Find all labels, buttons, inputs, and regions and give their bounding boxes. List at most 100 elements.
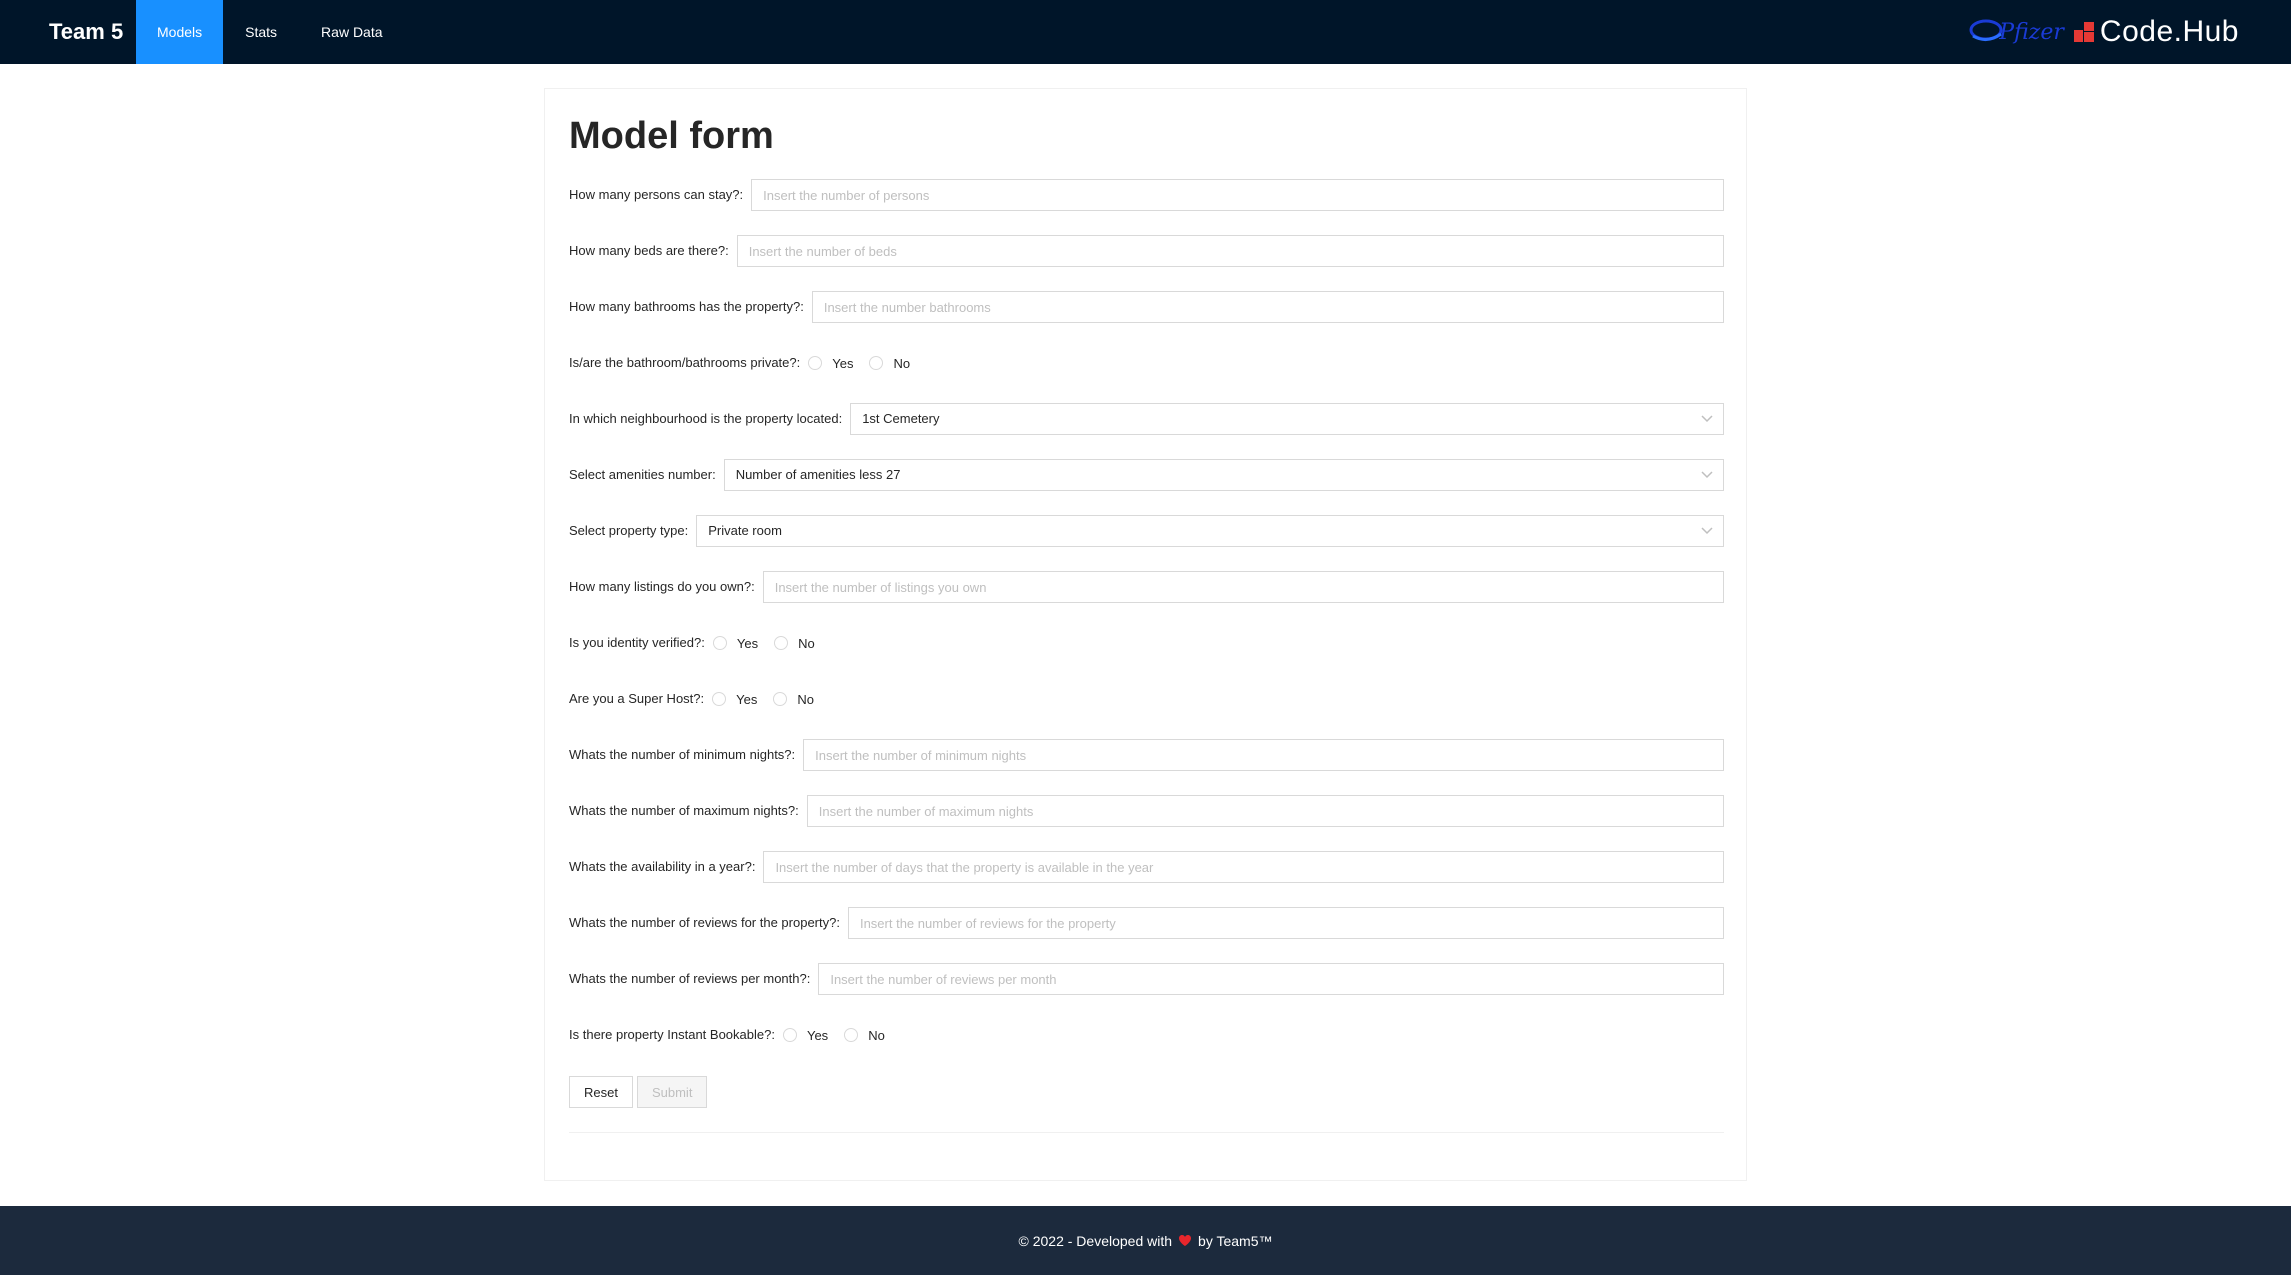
page-footer: © 2022 - Developed with by Team5™: [0, 1206, 2291, 1275]
radio-label: Yes: [806, 1027, 829, 1043]
chevron-down-icon: [1701, 516, 1713, 546]
form-row-beds: How many beds are there?:: [569, 235, 1724, 291]
pfizer-wordmark: Pfizer: [1999, 19, 2064, 45]
nav-item-models[interactable]: Models: [136, 0, 224, 64]
persons-label: How many persons can stay?:: [569, 187, 744, 202]
amenities-select[interactable]: Number of amenities less 27: [723, 459, 1724, 491]
form-row-availability: Whats the availability in a year?:: [569, 851, 1724, 907]
identity-no-radio[interactable]: No: [774, 636, 815, 651]
form-buttons: Reset Submit: [569, 1076, 708, 1108]
max-nights-input[interactable]: [806, 795, 1724, 827]
codehub-blocks-icon: [2073, 22, 2094, 42]
footer-suffix: by Team5™: [1198, 1232, 1273, 1249]
chevron-down-icon: [1701, 404, 1713, 434]
partner-logos: Pfizer Code.Hub: [1969, 0, 2239, 64]
radio-label: Yes: [736, 691, 758, 707]
radio-circle-icon[interactable]: [712, 636, 727, 650]
reviews-month-label: Whats the number of reviews per month?:: [569, 971, 811, 986]
beds-input[interactable]: [736, 235, 1724, 267]
bath-private-radio-group: Yes No: [808, 347, 926, 379]
bath-private-yes-radio[interactable]: Yes: [808, 356, 853, 371]
radio-circle-icon[interactable]: [808, 356, 823, 370]
max-nights-label: Whats the number of maximum nights?:: [569, 803, 799, 818]
form-row-superhost: Are you a Super Host?: Yes No: [569, 683, 1724, 739]
brand-title[interactable]: Team 5: [0, 0, 136, 64]
form-row-property-type: Select property type: Private room: [569, 515, 1724, 571]
form-row-listings: How many listings do you own?:: [569, 571, 1724, 627]
form-row-reviews-month: Whats the number of reviews per month?:: [569, 963, 1724, 1019]
reviews-month-input[interactable]: [818, 963, 1724, 995]
bathrooms-input[interactable]: [811, 291, 1724, 323]
model-form: How many persons can stay?: How many bed…: [569, 179, 1724, 1075]
radio-label: Yes: [736, 635, 759, 651]
persons-input[interactable]: [751, 179, 1724, 211]
form-row-min-nights: Whats the number of minimum nights?:: [569, 739, 1724, 795]
pfizer-logo: Pfizer: [1969, 14, 2064, 50]
amenities-value: Number of amenities less 27: [735, 467, 901, 482]
superhost-label: Are you a Super Host?:: [569, 691, 705, 706]
listings-input[interactable]: [762, 571, 1724, 603]
instant-bookable-no-radio[interactable]: No: [844, 1028, 885, 1043]
radio-label: No: [893, 355, 911, 371]
codehub-wordmark: Code.Hub: [2099, 15, 2239, 48]
neighbourhood-label: In which neighbourhood is the property l…: [569, 411, 843, 426]
reset-button[interactable]: Reset: [569, 1076, 633, 1108]
radio-circle-icon[interactable]: [869, 356, 884, 370]
form-row-max-nights: Whats the number of maximum nights?:: [569, 795, 1724, 851]
submit-button[interactable]: Submit: [636, 1076, 708, 1108]
top-navbar: Team 5 Models Stats Raw Data Pfizer Code…: [0, 0, 2291, 64]
instant-bookable-radio-group: Yes No: [782, 1019, 901, 1051]
superhost-radio-group: Yes No: [712, 683, 830, 715]
neighbourhood-value: 1st Cemetery: [862, 411, 940, 426]
property-type-select[interactable]: Private room: [696, 515, 1724, 547]
heart-icon: [1179, 1235, 1192, 1246]
superhost-no-radio[interactable]: No: [773, 692, 814, 707]
radio-label: No: [797, 691, 814, 707]
form-row-identity: Is you identity verified?: Yes No: [569, 627, 1724, 683]
form-row-persons: How many persons can stay?:: [569, 179, 1724, 235]
codehub-logo: Code.Hub: [2073, 15, 2239, 49]
nav-item-raw-data[interactable]: Raw Data: [299, 0, 404, 64]
radio-circle-icon[interactable]: [774, 636, 789, 650]
instant-bookable-yes-radio[interactable]: Yes: [782, 1027, 829, 1043]
bath-private-label: Is/are the bathroom/bathrooms private?:: [569, 355, 801, 370]
form-row-reviews: Whats the number of reviews for the prop…: [569, 907, 1724, 963]
beds-label: How many beds are there?:: [569, 243, 729, 258]
availability-input[interactable]: [763, 851, 1724, 883]
bathrooms-label: How many bathrooms has the property?:: [569, 299, 804, 314]
page-title: Model form: [569, 115, 774, 157]
radio-circle-icon[interactable]: [773, 692, 788, 706]
neighbourhood-select[interactable]: 1st Cemetery: [850, 403, 1724, 435]
radio-circle-icon[interactable]: [844, 1028, 859, 1042]
form-divider: [569, 1132, 1724, 1133]
min-nights-input[interactable]: [803, 739, 1724, 771]
property-type-label: Select property type:: [569, 523, 689, 538]
form-row-neighbourhood: In which neighbourhood is the property l…: [569, 403, 1724, 459]
radio-circle-icon[interactable]: [712, 692, 727, 706]
min-nights-label: Whats the number of minimum nights?:: [569, 747, 796, 762]
amenities-label: Select amenities number:: [569, 467, 716, 482]
instant-bookable-label: Is there property Instant Bookable?:: [569, 1027, 775, 1042]
form-row-instant-bookable: Is there property Instant Bookable?: Yes…: [569, 1019, 1724, 1075]
property-type-value: Private room: [708, 523, 782, 538]
radio-circle-icon[interactable]: [782, 1028, 797, 1042]
radio-label: Yes: [832, 355, 854, 371]
form-row-bathrooms: How many bathrooms has the property?:: [569, 291, 1724, 347]
radio-label: No: [798, 635, 815, 651]
reviews-label: Whats the number of reviews for the prop…: [569, 915, 840, 930]
reviews-input[interactable]: [847, 907, 1724, 939]
identity-yes-radio[interactable]: Yes: [712, 635, 759, 651]
identity-radio-group: Yes No: [712, 627, 831, 659]
form-row-amenities: Select amenities number: Number of ameni…: [569, 459, 1724, 515]
bath-private-no-radio[interactable]: No: [869, 356, 910, 371]
identity-label: Is you identity verified?:: [569, 635, 705, 650]
radio-label: No: [868, 1027, 885, 1043]
nav-item-stats[interactable]: Stats: [223, 0, 299, 64]
model-form-card: Model form How many persons can stay?: H…: [544, 88, 1747, 1181]
availability-label: Whats the availability in a year?:: [569, 859, 756, 874]
form-row-bath-private: Is/are the bathroom/bathrooms private?: …: [569, 347, 1724, 403]
footer-prefix: © 2022 - Developed with: [1018, 1232, 1173, 1249]
chevron-down-icon: [1701, 460, 1713, 490]
superhost-yes-radio[interactable]: Yes: [712, 692, 757, 707]
listings-label: How many listings do you own?:: [569, 579, 755, 594]
